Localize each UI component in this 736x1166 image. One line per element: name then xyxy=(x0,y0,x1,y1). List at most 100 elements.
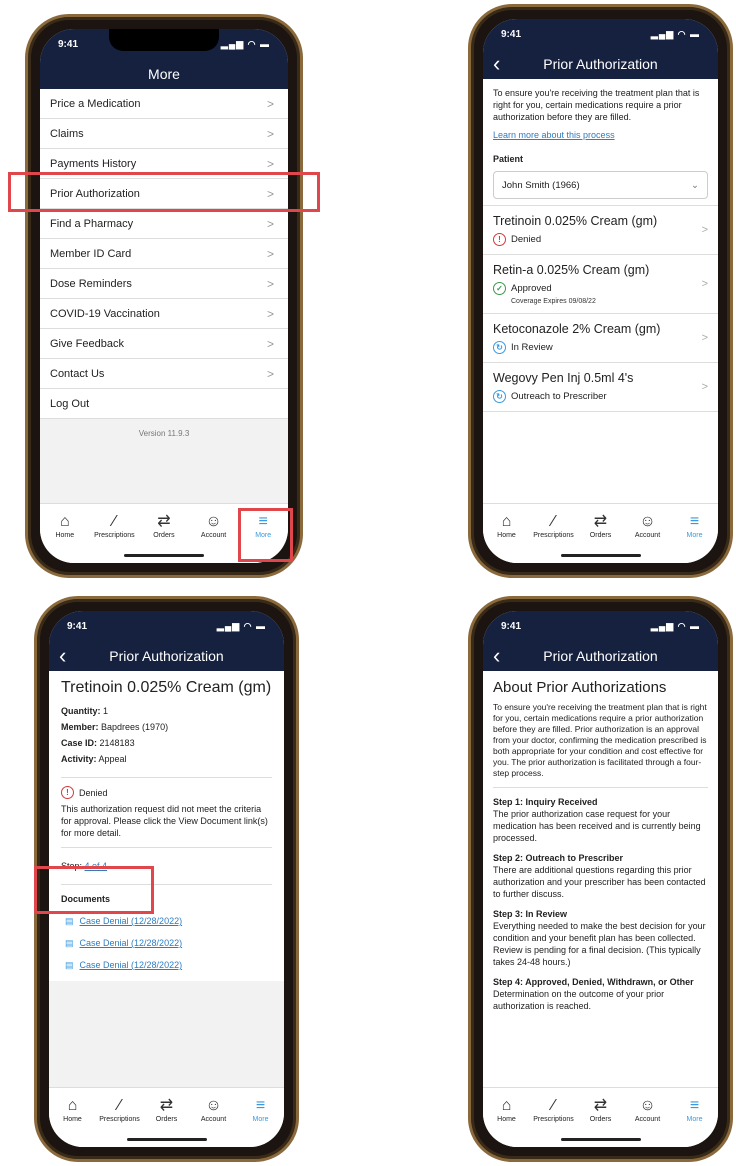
status-section: ! Denied This authorization request did … xyxy=(61,778,272,848)
tab-label: Orders xyxy=(153,532,175,539)
detail-field: Quantity: 1 xyxy=(61,705,272,717)
back-chevron-icon[interactable]: ‹ xyxy=(59,643,66,669)
document-link[interactable]: Case Denial (12/28/2022) xyxy=(80,915,183,927)
back-chevron-icon[interactable]: ‹ xyxy=(493,51,500,77)
home-indicator xyxy=(560,554,641,557)
patient-select-value: John Smith (1966) xyxy=(502,179,580,191)
tab-home[interactable]: ⌂ Home xyxy=(484,512,530,563)
drug-item[interactable]: Tretinoin 0.025% Cream (gm)! Denied > xyxy=(483,206,718,255)
drug-item[interactable]: Wegovy Pen Inj 0.5ml 4's ↻ Outreach to Pre… xyxy=(483,363,718,412)
status-icon: ✓ xyxy=(493,282,506,295)
tab-label: Home xyxy=(497,532,516,539)
coverage-expires: Coverage Expires 09/08/22 xyxy=(511,298,596,305)
drug-list: Tretinoin 0.025% Cream (gm)! Denied > Retin… xyxy=(483,205,718,412)
documents-list: ▤ Case Denial (12/28/2022) ▤ Case Denial (1… xyxy=(61,915,272,971)
detail-fields: Quantity: 1 Member: Bapdrees (1970) Case I… xyxy=(61,705,272,778)
tab-label: Prescriptions xyxy=(533,532,574,539)
step-title: Step 1: Inquiry Received xyxy=(493,797,598,807)
phone-about-pa: 9:41 ▂▄▆ ◠ ▬ ‹ Prior Authorization About … xyxy=(468,596,733,1162)
menu-item-find-a-pharmacy[interactable]: Find a Pharmacy > xyxy=(40,209,288,239)
chevron-right-icon: > xyxy=(266,246,274,261)
status-icon: ↻ xyxy=(493,341,506,354)
menu-item-label: Claims xyxy=(50,127,84,140)
home-icon: ⌂ xyxy=(501,1097,512,1114)
header: 9:41 ▂▄▆ ◠ ▬ ‹ Prior Authorization xyxy=(49,611,284,671)
field-label: Activity: xyxy=(61,754,97,764)
menu-item-give-feedback[interactable]: Give Feedback > xyxy=(40,329,288,359)
chevron-right-icon: > xyxy=(266,366,274,381)
document-link[interactable]: Case Denial (12/28/2022) xyxy=(80,937,183,949)
prescriptions-icon: ∕ xyxy=(552,513,555,530)
drug-item[interactable]: Retin-a 0.025% Cream (gm) ✓ Approved Covera… xyxy=(483,255,718,314)
step-text: Everything needed to make the best decis… xyxy=(493,921,706,967)
tab-label: Orders xyxy=(155,1116,178,1123)
drug-item[interactable]: Ketoconazole 2% Cream (gm) ↻ In Review > xyxy=(483,314,718,363)
home-indicator xyxy=(124,554,204,557)
tab-more[interactable]: ≡ More xyxy=(672,512,718,563)
drug-status: ! Denied xyxy=(493,233,708,246)
status-time: 9:41 xyxy=(501,620,522,632)
menu-item-label: Dose Reminders xyxy=(50,277,132,290)
field-label: Member: xyxy=(61,722,99,732)
detail-field: Member: Bapdrees (1970) xyxy=(61,721,272,733)
status-icon: ↻ xyxy=(493,390,506,403)
step-text: There are additional questions regarding… xyxy=(493,865,706,899)
menu-item-log-out[interactable]: Log Out xyxy=(40,389,288,419)
tab-more[interactable]: ≡ More xyxy=(672,1096,718,1147)
drug-name: Wegovy Pen Inj 0.5ml 4's xyxy=(493,371,634,385)
patient-select[interactable]: John Smith (1966) ⌄ xyxy=(493,171,708,199)
signal-icon: ▂▄▆ ◠ ▬ xyxy=(220,38,270,49)
document-item[interactable]: ▤ Case Denial (12/28/2022) xyxy=(61,959,272,971)
chevron-right-icon: > xyxy=(266,336,274,351)
chevron-right-icon: > xyxy=(266,126,274,141)
page-title-text: Prior Authorization xyxy=(109,648,224,664)
patient-label: Patient xyxy=(493,154,524,164)
chevron-down-icon: ⌄ xyxy=(691,179,699,191)
drug-status: ↻ Outreach to Prescriber xyxy=(493,390,708,403)
tab-home[interactable]: ⌂ Home xyxy=(50,1096,96,1147)
menu-item-label: Payments History xyxy=(50,157,137,170)
menu-item-dose-reminders[interactable]: Dose Reminders > xyxy=(40,269,288,299)
menu-item-member-id-card[interactable]: Member ID Card > xyxy=(40,239,288,269)
tab-label: Prescriptions xyxy=(99,1116,140,1123)
home-icon: ⌂ xyxy=(501,513,512,530)
orders-icon: ⇄ xyxy=(593,513,608,530)
tab-home[interactable]: ⌂ Home xyxy=(42,512,88,563)
tab-label: Account xyxy=(634,1116,661,1123)
menu-item-contact-us[interactable]: Contact Us > xyxy=(40,359,288,389)
account-icon: ☺ xyxy=(639,1097,656,1114)
step-text: The prior authorization case request for… xyxy=(493,809,701,843)
page-title: ‹ Prior Authorization xyxy=(483,49,718,79)
tab-label: Prescriptions xyxy=(94,532,135,539)
detail-field: Activity: Appeal xyxy=(61,753,272,765)
menu-item-covid-19-vaccination[interactable]: COVID-19 Vaccination > xyxy=(40,299,288,329)
version-text: Version 11.9.3 xyxy=(138,429,190,438)
tab-more[interactable]: ≡ More xyxy=(238,1096,284,1147)
field-label: Quantity: xyxy=(61,706,101,716)
orders-icon: ⇄ xyxy=(593,1097,608,1114)
tab-label: Account xyxy=(200,1116,227,1123)
document-item[interactable]: ▤ Case Denial (12/28/2022) xyxy=(61,937,272,949)
tab-label: Home xyxy=(63,1116,82,1123)
signal-icon: ▂▄▆ ◠ ▬ xyxy=(216,620,266,631)
drug-status-label: Outreach to Prescriber xyxy=(511,391,607,402)
tab-label: Account xyxy=(200,532,227,539)
document-link[interactable]: Case Denial (12/28/2022) xyxy=(80,959,183,971)
drug-name: Retin-a 0.025% Cream (gm) xyxy=(493,263,650,277)
prescriptions-icon: ∕ xyxy=(552,1097,555,1114)
header: 9:41 ▂▄▆ ◠ ▬ ‹ Prior Authorization xyxy=(483,19,718,79)
learn-more-link[interactable]: Learn more about this process xyxy=(493,129,708,141)
step-text: Determination on the outcome of your pri… xyxy=(493,989,665,1011)
back-chevron-icon[interactable]: ‹ xyxy=(493,643,500,669)
detail-field: Case ID: 2148183 xyxy=(61,737,272,749)
page-title: ‹ Prior Authorization xyxy=(49,641,284,671)
tab-label: Home xyxy=(55,532,75,539)
prescriptions-icon: ∕ xyxy=(118,1097,121,1114)
phone-pa-list: 9:41 ▂▄▆ ◠ ▬ ‹ Prior Authorization To ens… xyxy=(468,4,733,578)
tab-home[interactable]: ⌂ Home xyxy=(484,1096,530,1147)
orders-icon: ⇄ xyxy=(159,1097,174,1114)
menu-item-price-a-medication[interactable]: Price a Medication > xyxy=(40,89,288,119)
document-item[interactable]: ▤ Case Denial (12/28/2022) xyxy=(61,915,272,927)
page-title: More xyxy=(148,66,180,82)
menu-item-claims[interactable]: Claims > xyxy=(40,119,288,149)
